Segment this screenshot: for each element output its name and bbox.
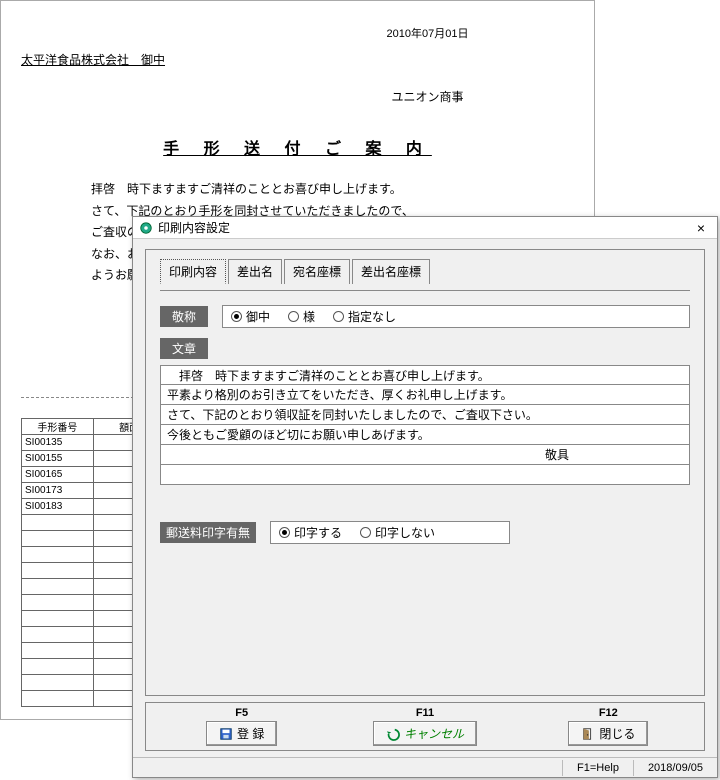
text-line-input[interactable]	[160, 465, 690, 485]
doc-sender: ユニオン商事	[281, 88, 574, 105]
honorific-option-none[interactable]: 指定なし	[333, 308, 396, 325]
honorific-label: 敬称	[160, 306, 208, 327]
f12-key-label: F12	[599, 707, 618, 719]
col-header: 手形番号	[22, 418, 94, 434]
text-section: 文章 拝啓 時下ますますご清祥のこととお喜び申し上げます。 平素より格別のお引き…	[160, 338, 690, 485]
table-cell: SI00183	[22, 498, 94, 514]
text-line-input[interactable]: 今後ともご愛顧のほど切にお願い申しあげます。	[160, 425, 690, 445]
status-bar: F1=Help 2018/09/05	[133, 757, 717, 777]
tab-print-content[interactable]: 印刷内容	[160, 259, 226, 284]
tab-address-coords[interactable]: 宛名座標	[284, 259, 350, 284]
tab-sender-coords[interactable]: 差出名座標	[352, 259, 430, 284]
honorific-row: 敬称 御中 様 指定なし	[160, 305, 690, 328]
print-settings-dialog: 印刷内容設定 × 印刷内容 差出名 宛名座標 差出名座標 敬称 御中 様 指定な…	[132, 216, 718, 778]
status-date: 2018/09/05	[633, 760, 717, 776]
door-icon	[581, 727, 595, 741]
table-cell: SI00155	[22, 450, 94, 466]
save-icon	[219, 727, 233, 741]
table-cell: SI00165	[22, 466, 94, 482]
doc-date: 2010年07月01日	[281, 25, 574, 41]
table-cell: SI00135	[22, 434, 94, 450]
text-closing-input[interactable]: 敬具	[160, 445, 690, 465]
doc-recipient: 太平洋食品株式会社 御中	[21, 51, 574, 68]
status-help: F1=Help	[562, 760, 633, 776]
cancel-button[interactable]: キャンセル	[373, 721, 477, 746]
app-icon	[139, 221, 153, 235]
undo-icon	[386, 727, 400, 741]
dialog-title: 印刷内容設定	[158, 219, 230, 236]
text-line-input[interactable]: さて、下記のとおり領収証を同封いたしましたので、ご査収下さい。	[160, 405, 690, 425]
text-line-input[interactable]: 平素より格別のお引き立てをいただき、厚くお礼申し上げます。	[160, 385, 690, 405]
register-button[interactable]: 登 録	[206, 721, 277, 746]
honorific-option-sama[interactable]: 様	[288, 308, 315, 325]
close-icon[interactable]: ×	[691, 220, 711, 236]
f11-key-label: F11	[416, 707, 434, 719]
table-cell: SI00173	[22, 482, 94, 498]
postage-row: 郵送料印字有無 印字する 印字しない	[160, 521, 690, 544]
titlebar: 印刷内容設定 ×	[133, 217, 717, 239]
tab-bar: 印刷内容 差出名 宛名座標 差出名座標	[160, 258, 690, 283]
postage-label: 郵送料印字有無	[160, 522, 256, 543]
button-bar: F5 登 録 F11 キャンセル F12 閉じる	[145, 702, 705, 751]
postage-option-print[interactable]: 印字する	[279, 524, 342, 541]
close-button[interactable]: 閉じる	[568, 721, 648, 746]
tab-sender-name[interactable]: 差出名	[228, 259, 282, 284]
f5-key-label: F5	[235, 707, 248, 719]
text-label: 文章	[160, 338, 208, 359]
text-line-input[interactable]: 拝啓 時下ますますご清祥のこととお喜び申し上げます。	[160, 365, 690, 385]
postage-option-noprint[interactable]: 印字しない	[360, 524, 435, 541]
honorific-option-onchuu[interactable]: 御中	[231, 308, 270, 325]
doc-title: 手 形 送 付 ご 案 内	[21, 135, 574, 159]
doc-body-line: 拝啓 時下ますますご清祥のこととお喜び申し上げます。	[91, 179, 514, 201]
